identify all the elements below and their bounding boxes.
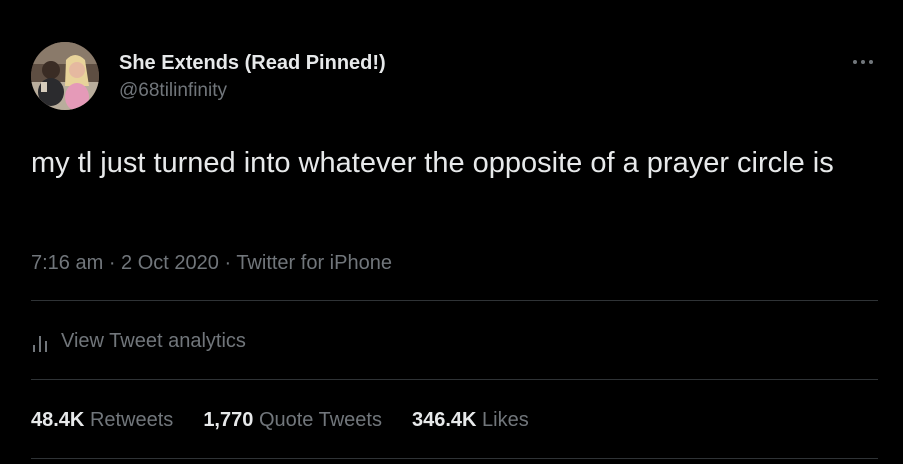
view-analytics-link[interactable]: View Tweet analytics — [31, 327, 246, 355]
bar-chart-icon — [33, 336, 47, 352]
avatar[interactable] — [31, 42, 99, 110]
more-options-button[interactable] — [850, 52, 876, 72]
profile-photo — [31, 42, 99, 110]
retweets-label: Retweets — [89, 409, 174, 431]
retweets-stat[interactable]: 48.4K Retweets — [31, 406, 173, 434]
meta-separator: · — [218, 252, 237, 274]
retweets-count: 48.4K — [31, 409, 85, 431]
analytics-label: View Tweet analytics — [61, 329, 246, 352]
divider — [31, 379, 878, 380]
quote-tweets-count: 1,770 — [203, 409, 254, 431]
meta-separator: · — [103, 252, 122, 274]
quote-tweets-label: Quote Tweets — [258, 409, 382, 431]
tweet-date[interactable]: 2 Oct 2020 — [121, 252, 219, 274]
author-handle[interactable]: @68tilinfinity — [119, 79, 386, 103]
quote-tweets-stat[interactable]: 1,770 Quote Tweets — [203, 406, 382, 434]
tweet-metadata: 7:16 am · 2 Oct 2020 · Twitter for iPhon… — [31, 250, 392, 276]
divider — [31, 300, 878, 301]
tweet-source[interactable]: Twitter for iPhone — [236, 252, 392, 274]
likes-label: Likes — [482, 409, 529, 431]
tweet-text: my tl just turned into whatever the oppo… — [31, 147, 834, 179]
likes-count: 346.4K — [411, 409, 477, 431]
tweet-time[interactable]: 7:16 am — [31, 252, 103, 274]
tweet-stats: 48.4K Retweets 1,770 Quote Tweets 346.4K… — [31, 406, 559, 434]
author-info: She Extends (Read Pinned!) @68tilinfinit… — [119, 51, 386, 103]
author-display-name[interactable]: She Extends (Read Pinned!) — [119, 51, 386, 75]
likes-stat[interactable]: 346.4K Likes — [412, 406, 529, 434]
tweet-detail: She Extends (Read Pinned!) @68tilinfinit… — [0, 0, 903, 464]
divider — [31, 458, 878, 459]
ellipsis-icon — [853, 60, 873, 64]
